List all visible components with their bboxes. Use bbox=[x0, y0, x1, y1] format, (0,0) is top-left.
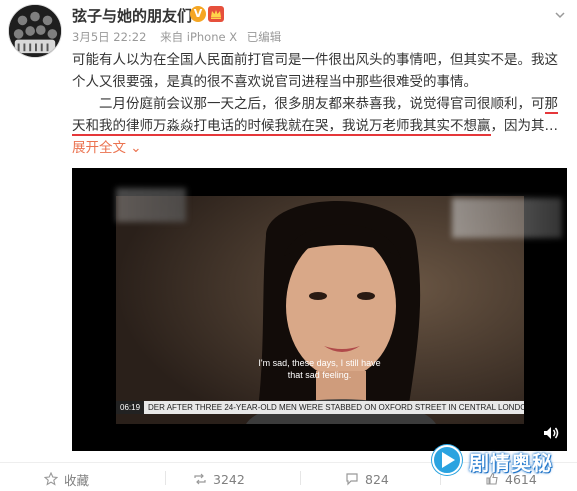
post-paragraph-1: 可能有人以为在全国人民面前打官司是一件很出风头的事情吧，但其实不是。我这个人又很… bbox=[72, 52, 558, 90]
subtitle-line-2: that sad feeling. bbox=[287, 370, 352, 380]
member-crown-icon bbox=[208, 6, 224, 22]
news-ticker: 06:19 DER AFTER THREE 24-YEAR-OLD MEN WER… bbox=[116, 401, 524, 414]
comment-button[interactable]: 824 bbox=[345, 471, 389, 487]
video-player[interactable]: I'm sad, these days, I still have that s… bbox=[72, 168, 567, 451]
post-paragraph-2-start: 二月份庭前会议那一天之后，很多朋友都来恭喜我，说觉得官司很顺利，可 bbox=[99, 96, 545, 112]
post-meta: 3月5日 22:22 来自 iPhone X 已编辑 bbox=[72, 29, 281, 45]
expand-full-text-label: 展开全文 bbox=[72, 140, 126, 156]
highlighted-comma: ， bbox=[328, 118, 342, 136]
avatar-image bbox=[9, 5, 61, 57]
favorite-button[interactable]: 收藏 bbox=[44, 471, 90, 488]
post-time[interactable]: 3月5日 22:22 bbox=[72, 30, 146, 44]
action-divider bbox=[300, 471, 301, 485]
watermark: 剧情奥秘 bbox=[425, 438, 575, 482]
ticker-time: 06:19 bbox=[116, 401, 145, 414]
star-icon bbox=[44, 472, 58, 486]
chevron-down-icon[interactable] bbox=[553, 8, 567, 22]
post-paragraph-2: 二月份庭前会议那一天之后，很多朋友都来恭喜我，说觉得官司很顺利，可那天和我的律师… bbox=[72, 93, 567, 159]
blurred-area-left bbox=[116, 188, 186, 222]
post-source: 来自 iPhone X bbox=[160, 30, 238, 44]
repost-button[interactable]: 3242 bbox=[193, 471, 245, 487]
comment-count: 824 bbox=[365, 471, 389, 487]
blurred-area-right bbox=[452, 198, 562, 238]
verified-badge-icon: V bbox=[190, 6, 206, 22]
expand-full-text-link[interactable]: 展开全文 ⌄ bbox=[72, 140, 142, 156]
video-subtitle: I'm sad, these days, I still have that s… bbox=[72, 357, 567, 381]
post-content: 可能有人以为在全国人民面前打官司是一件很出风头的事情吧，但其实不是。我这个人又很… bbox=[72, 49, 567, 159]
favorite-label: 收藏 bbox=[64, 472, 90, 488]
avatar[interactable] bbox=[8, 4, 62, 58]
username[interactable]: 弦子与她的朋友们 bbox=[72, 5, 192, 26]
subtitle-line-1: I'm sad, these days, I still have bbox=[258, 358, 381, 368]
watermark-logo-icon bbox=[431, 444, 463, 476]
action-divider bbox=[165, 471, 166, 485]
repost-count: 3242 bbox=[213, 471, 245, 487]
expand-caret-icon: ⌄ bbox=[130, 140, 142, 156]
post-paragraph-2-end: ，因为其… bbox=[490, 118, 559, 134]
watermark-text: 剧情奥秘 bbox=[469, 451, 553, 475]
edited-label[interactable]: 已编辑 bbox=[247, 30, 282, 44]
repost-icon bbox=[194, 473, 206, 485]
ticker-text: DER AFTER THREE 24-YEAR-OLD MEN WERE STA… bbox=[148, 403, 524, 412]
comment-icon bbox=[346, 473, 358, 486]
highlighted-text-2: 我说万老师我其实不想赢 bbox=[342, 118, 491, 136]
